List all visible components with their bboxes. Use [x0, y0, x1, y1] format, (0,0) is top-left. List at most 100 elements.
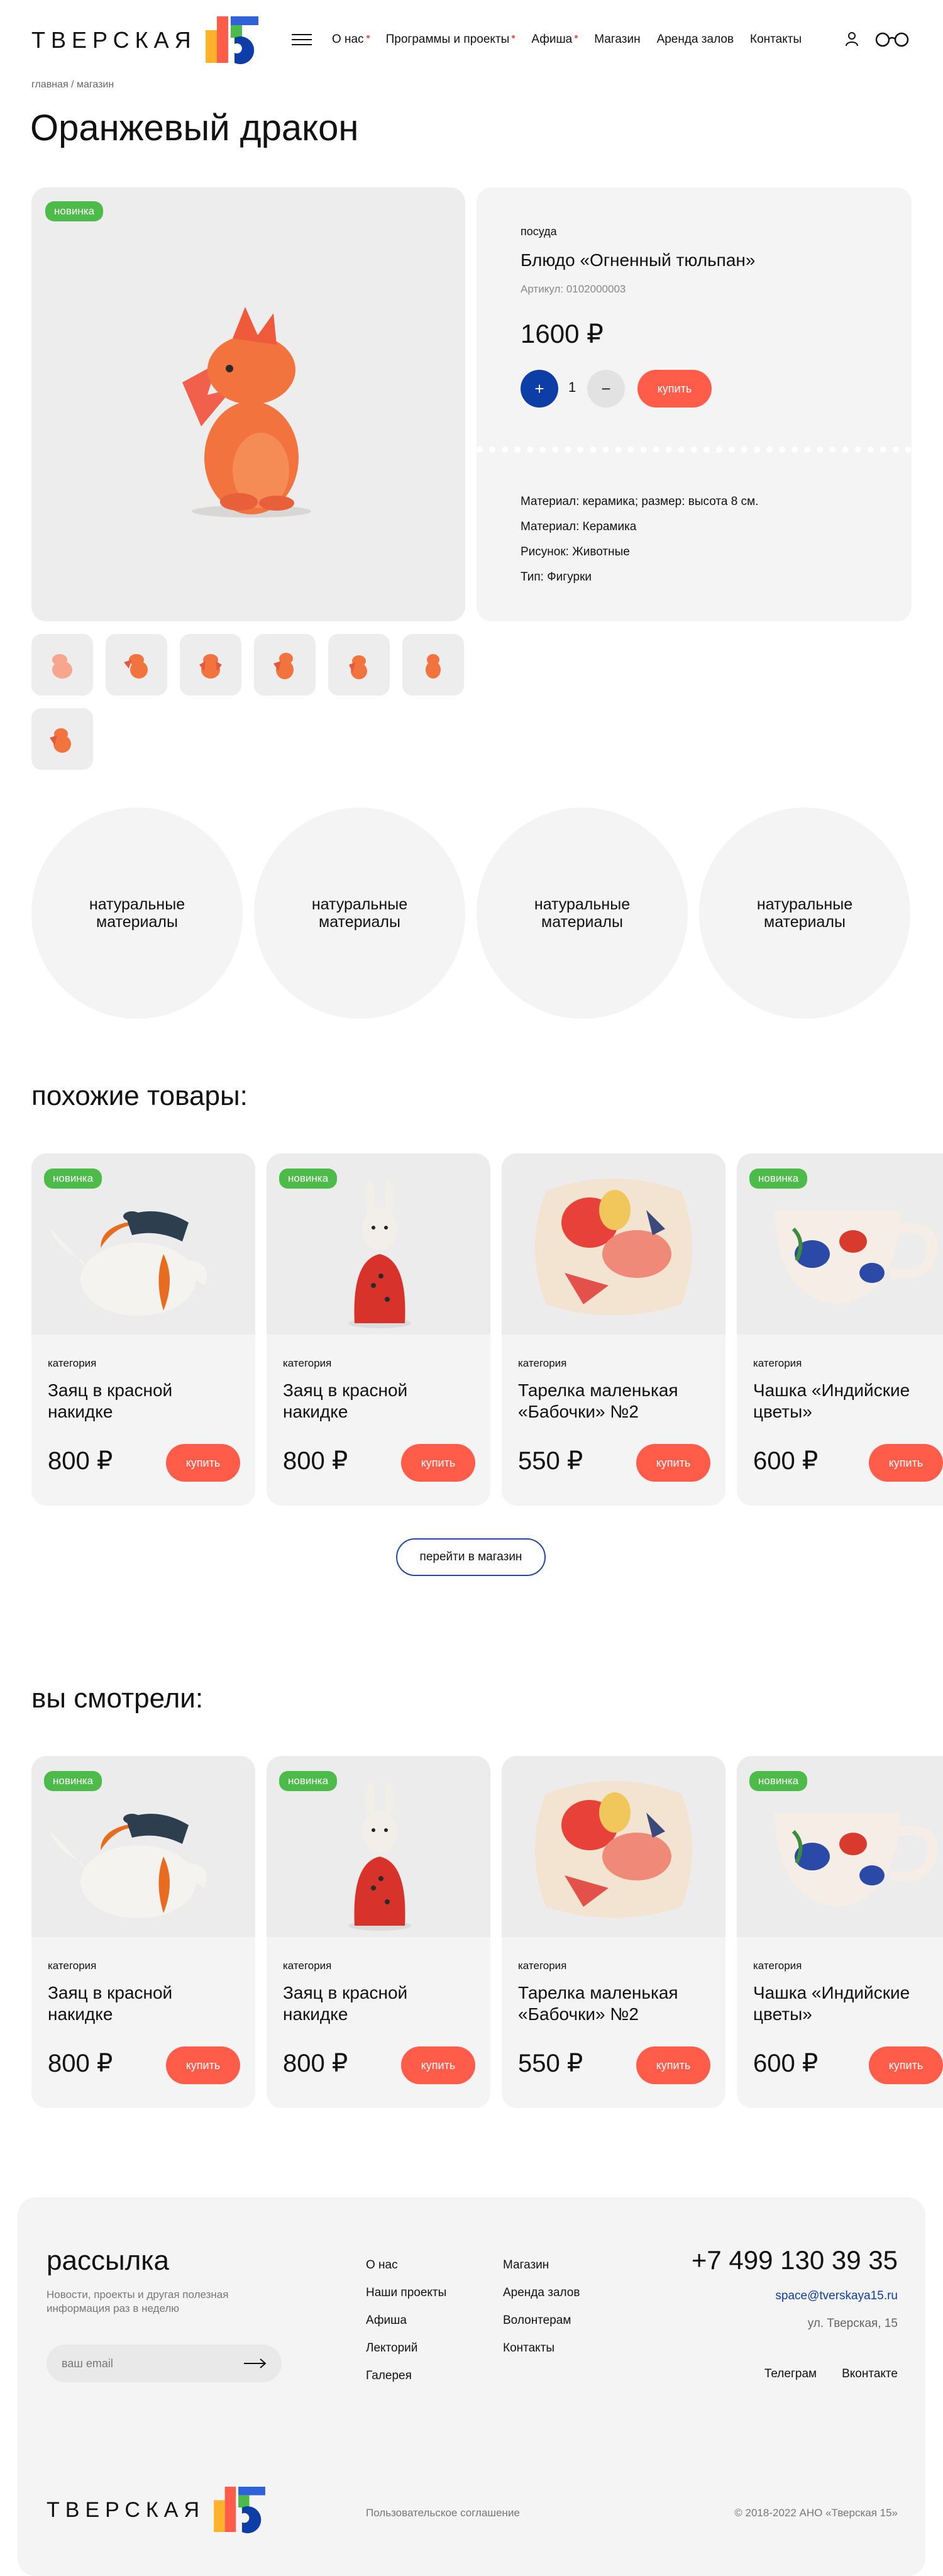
product-card[interactable]: новинка категория Заяц в красной накидке… [31, 1153, 255, 1506]
card-image [502, 1153, 725, 1335]
card-image: новинка [737, 1756, 943, 1937]
nav-item-about[interactable]: О нас [332, 33, 370, 47]
footer-link[interactable]: Магазин [503, 2251, 580, 2279]
product-category: посуда [521, 225, 557, 238]
thumbnail-image [349, 655, 367, 679]
card-title[interactable]: Чашка «Индийские цветы» [753, 1982, 942, 2025]
main-nav: О нас Программы и проекты Афиша Магазин … [332, 33, 802, 47]
buy-button[interactable]: купить [869, 1444, 943, 1482]
footer-links-col1: О нас Наши проекты Афиша Лекторий Галере… [366, 2251, 446, 2390]
buy-button[interactable]: купить [401, 1444, 475, 1482]
footer-link[interactable]: Афиша [366, 2307, 446, 2334]
card-title[interactable]: Тарелка маленькая «Бабочки» №2 [518, 1380, 707, 1423]
footer-link[interactable]: Аренда залов [503, 2279, 580, 2307]
email-field[interactable]: ваш email [47, 2345, 282, 2382]
buy-button[interactable]: купить [166, 1444, 240, 1482]
quantity-plus-button[interactable]: + [521, 370, 558, 408]
spec-line: Тип: Фигурки [521, 570, 592, 584]
agreement-link[interactable]: Пользовательское соглашение [366, 2507, 520, 2519]
footer-email[interactable]: space@tverskaya15.ru [775, 2289, 898, 2303]
footer-link[interactable]: О нас [366, 2251, 446, 2279]
card-title[interactable]: Заяц в красной накидке [48, 1380, 236, 1423]
site-logo[interactable]: ТВЕРСКАЯ [31, 16, 260, 64]
product-card[interactable]: новинка категория Чашка «Индийские цветы… [737, 1153, 943, 1506]
newsletter-text: Новости, проекты и другая полезная инфор… [47, 2289, 229, 2314]
nav-item-programs[interactable]: Программы и проекты [386, 33, 516, 47]
product-main-image[interactable]: новинка [31, 187, 465, 621]
nav-item-shop[interactable]: Магазин [594, 33, 640, 47]
feature-circle: натуральные материалы [254, 808, 465, 1019]
footer-links-col2: Магазин Аренда залов Волонтерам Контакты [503, 2251, 580, 2362]
footer-link[interactable]: Галерея [366, 2362, 446, 2390]
glasses-icon[interactable] [874, 31, 910, 48]
nav-item-events[interactable]: Афиша [531, 33, 578, 47]
telegram-link[interactable]: Телеграм [764, 2367, 817, 2381]
thumbnail[interactable] [31, 634, 93, 696]
card-price: 800 ₽ [283, 1447, 348, 1475]
footer-logo[interactable]: ТВЕРСКАЯ [47, 2487, 267, 2533]
nav-dot [512, 35, 516, 38]
buy-button[interactable]: купить [637, 370, 712, 408]
card-category: категория [283, 1357, 332, 1369]
card-category: категория [518, 1357, 567, 1369]
page-title: Оранжевый дракон [30, 108, 359, 148]
footer-phone[interactable]: +7 499 130 39 35 [692, 2245, 898, 2275]
thumbnail[interactable] [180, 634, 241, 696]
card-title[interactable]: Тарелка маленькая «Бабочки» №2 [518, 1982, 707, 2025]
thumbnail[interactable] [402, 634, 464, 696]
thumbnail[interactable] [106, 634, 167, 696]
card-price: 550 ₽ [518, 1447, 583, 1475]
card-title[interactable]: Заяц в красной накидке [283, 1982, 472, 2025]
quantity-minus-button[interactable]: − [587, 370, 625, 408]
vk-link[interactable]: Вконтакте [842, 2367, 898, 2381]
card-image: новинка [31, 1153, 255, 1335]
footer-link[interactable]: Контакты [503, 2334, 580, 2362]
footer-address: ул. Тверская, 15 [807, 2317, 898, 2330]
thumbnail[interactable] [328, 634, 390, 696]
product-name: Блюдо «Огненный тюльпан» [521, 250, 756, 270]
logo-15-icon [205, 16, 258, 64]
buy-button[interactable]: купить [869, 2046, 943, 2084]
thumbnail-image [426, 654, 441, 679]
card-title[interactable]: Чашка «Индийские цветы» [753, 1380, 942, 1423]
card-title[interactable]: Заяц в красной накидке [48, 1982, 236, 2025]
user-icon[interactable] [845, 31, 859, 47]
divider [477, 447, 912, 453]
thumbnail[interactable] [31, 708, 93, 770]
footer-link[interactable]: Волонтерам [503, 2307, 580, 2334]
arrow-right-icon[interactable] [244, 2358, 267, 2368]
feature-circle: натуральные материалы [699, 808, 910, 1019]
card-price: 600 ₽ [753, 2050, 819, 2077]
breadcrumb[interactable]: главная / магазин [31, 79, 114, 91]
card-price: 800 ₽ [48, 1447, 113, 1475]
card-title[interactable]: Заяц в красной накидке [283, 1380, 472, 1423]
product-card[interactable]: категория Тарелка маленькая «Бабочки» №2… [502, 1756, 725, 2108]
footer-link[interactable]: Наши проекты [366, 2279, 446, 2307]
nav-item-rent[interactable]: Аренда залов [657, 33, 734, 47]
new-badge: новинка [279, 1771, 338, 1791]
social-links: Телеграм Вконтакте [764, 2367, 898, 2381]
go-to-shop-button[interactable]: перейти в магазин [396, 1538, 546, 1576]
thumbnail[interactable] [254, 634, 316, 696]
card-price: 550 ₽ [518, 2050, 583, 2077]
product-card[interactable]: новинка категория Заяц в красной накидке… [267, 1153, 490, 1506]
new-badge: новинка [45, 201, 104, 221]
new-badge: новинка [749, 1771, 808, 1791]
buy-button[interactable]: купить [636, 1444, 710, 1482]
card-price: 600 ₽ [753, 1447, 819, 1475]
product-card[interactable]: новинка категория Заяц в красной накидке… [31, 1756, 255, 2108]
copyright: © 2018-2022 АНО «Тверская 15» [734, 2507, 898, 2519]
thumbnail-image [52, 654, 72, 679]
menu-icon[interactable] [292, 30, 312, 49]
nav-dot [366, 35, 370, 38]
product-card[interactable]: категория Тарелка маленькая «Бабочки» №2… [502, 1153, 725, 1506]
footer-link[interactable]: Лекторий [366, 2334, 446, 2362]
product-card[interactable]: новинка категория Заяц в красной накидке… [267, 1756, 490, 2108]
buy-button[interactable]: купить [166, 2046, 240, 2084]
thumbnail-image [273, 653, 294, 679]
nav-item-contacts[interactable]: Контакты [750, 33, 802, 47]
product-card[interactable]: новинка категория Чашка «Индийские цветы… [737, 1756, 943, 2108]
new-badge: новинка [44, 1771, 102, 1791]
buy-button[interactable]: купить [636, 2046, 710, 2084]
buy-button[interactable]: купить [401, 2046, 475, 2084]
